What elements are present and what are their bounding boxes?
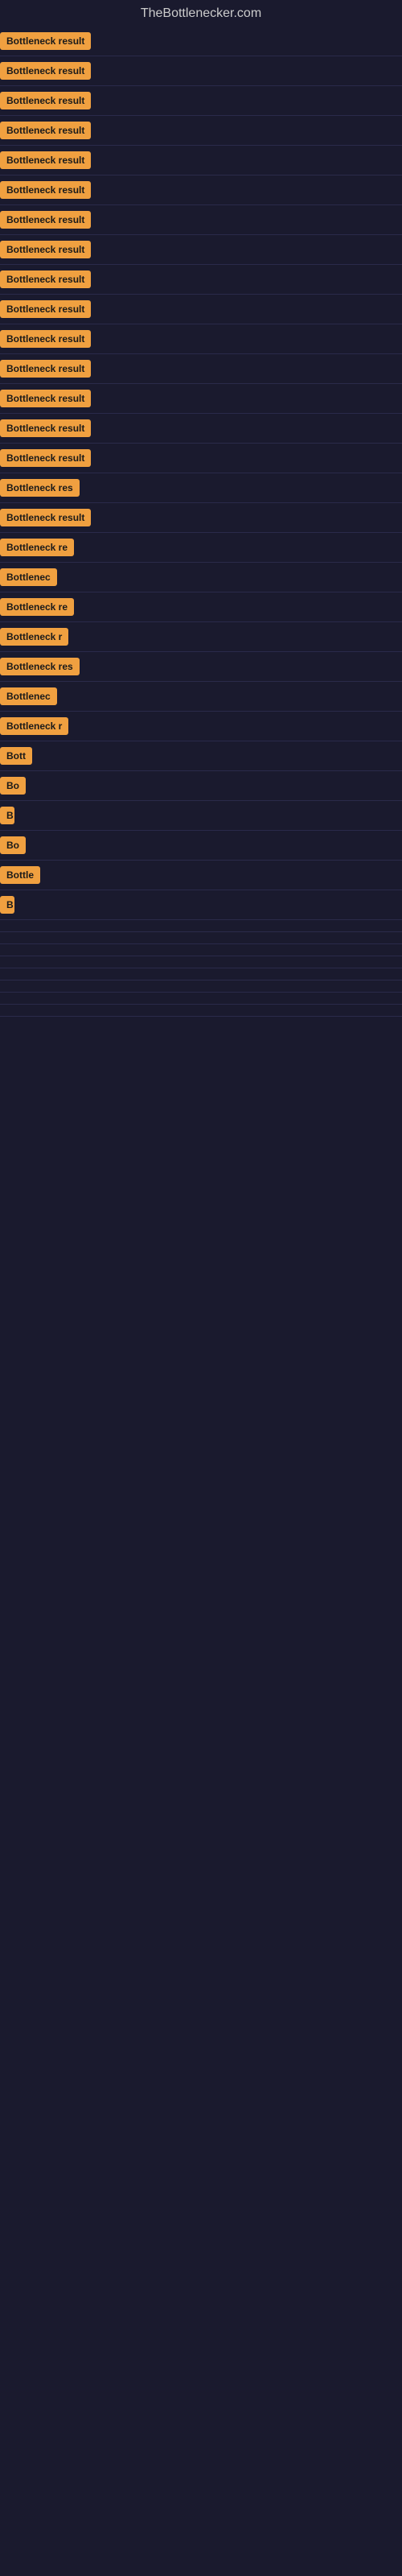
bottleneck-badge[interactable]: Bottleneck result [0, 449, 91, 467]
bottleneck-badge[interactable]: Bottleneck res [0, 479, 80, 497]
list-item [0, 935, 402, 940]
bottleneck-badge[interactable]: Bo [0, 777, 26, 795]
bottleneck-badge[interactable]: Bottlenec [0, 687, 57, 705]
list-item: Bottleneck result [0, 298, 402, 320]
bottleneck-badge[interactable]: Bottleneck r [0, 717, 68, 735]
list-item: Bott [0, 745, 402, 767]
list-item: Bottleneck result [0, 179, 402, 201]
bottleneck-badge[interactable]: Bottleneck result [0, 330, 91, 348]
list-item: Bottle [0, 864, 402, 886]
bottleneck-badge[interactable]: Bottleneck result [0, 62, 91, 80]
list-item: Bottleneck result [0, 30, 402, 52]
list-item: B [0, 804, 402, 827]
list-item: Bo [0, 774, 402, 797]
bottleneck-badge[interactable]: Bottleneck result [0, 390, 91, 407]
list-item: Bottleneck result [0, 208, 402, 231]
list-item: Bottleneck result [0, 60, 402, 82]
bottleneck-badge[interactable]: Bottleneck result [0, 92, 91, 109]
list-item [0, 947, 402, 952]
list-item: Bo [0, 834, 402, 857]
list-item: Bottlenec [0, 566, 402, 588]
bottleneck-badge[interactable]: Bottleneck re [0, 539, 74, 556]
list-item: Bottleneck result [0, 328, 402, 350]
list-item [0, 984, 402, 989]
bottleneck-badge[interactable]: Bottleneck result [0, 270, 91, 288]
bottleneck-badge[interactable]: Bottlenec [0, 568, 57, 586]
list-item [0, 996, 402, 1001]
list-item: Bottleneck res [0, 655, 402, 678]
bottleneck-badge[interactable]: Bott [0, 747, 32, 765]
items-container: Bottleneck result Bottleneck result Bottle… [0, 24, 402, 1021]
list-item [0, 972, 402, 976]
bottleneck-badge[interactable]: Bottleneck result [0, 509, 91, 526]
list-item: Bottleneck re [0, 536, 402, 559]
list-item: Bottleneck res [0, 477, 402, 499]
bottleneck-badge[interactable]: Bottleneck result [0, 241, 91, 258]
list-item: Bottleneck result [0, 119, 402, 142]
list-item: Bottleneck r [0, 715, 402, 737]
bottleneck-badge[interactable]: Bottleneck result [0, 122, 91, 139]
site-title: TheBottlenecker.com [0, 0, 402, 24]
list-item: Bottleneck result [0, 89, 402, 112]
list-item: Bottleneck result [0, 357, 402, 380]
list-item [0, 923, 402, 928]
bottleneck-badge[interactable]: Bo [0, 836, 26, 854]
bottleneck-badge[interactable]: Bottleneck result [0, 300, 91, 318]
bottleneck-badge[interactable]: B [0, 896, 14, 914]
bottleneck-badge[interactable]: Bottleneck result [0, 32, 91, 50]
list-item: Bottleneck result [0, 506, 402, 529]
bottleneck-badge[interactable]: Bottleneck re [0, 598, 74, 616]
bottleneck-badge[interactable]: Bottleneck result [0, 419, 91, 437]
list-item: Bottlenec [0, 685, 402, 708]
bottleneck-badge[interactable]: Bottleneck result [0, 211, 91, 229]
list-item [0, 960, 402, 964]
bottleneck-badge[interactable]: Bottleneck r [0, 628, 68, 646]
bottleneck-badge[interactable]: Bottleneck result [0, 151, 91, 169]
list-item: Bottleneck r [0, 625, 402, 648]
bottleneck-badge[interactable]: Bottleneck res [0, 658, 80, 675]
bottleneck-badge[interactable]: Bottleneck result [0, 181, 91, 199]
list-item [0, 1008, 402, 1013]
list-item: Bottleneck re [0, 596, 402, 618]
bottleneck-badge[interactable]: B [0, 807, 14, 824]
list-item: Bottleneck result [0, 387, 402, 410]
list-item: Bottleneck result [0, 149, 402, 171]
bottleneck-badge[interactable]: Bottle [0, 866, 40, 884]
list-item: Bottleneck result [0, 447, 402, 469]
list-item: Bottleneck result [0, 238, 402, 261]
bottleneck-badge[interactable]: Bottleneck result [0, 360, 91, 378]
list-item: Bottleneck result [0, 268, 402, 291]
list-item: B [0, 894, 402, 916]
list-item: Bottleneck result [0, 417, 402, 440]
